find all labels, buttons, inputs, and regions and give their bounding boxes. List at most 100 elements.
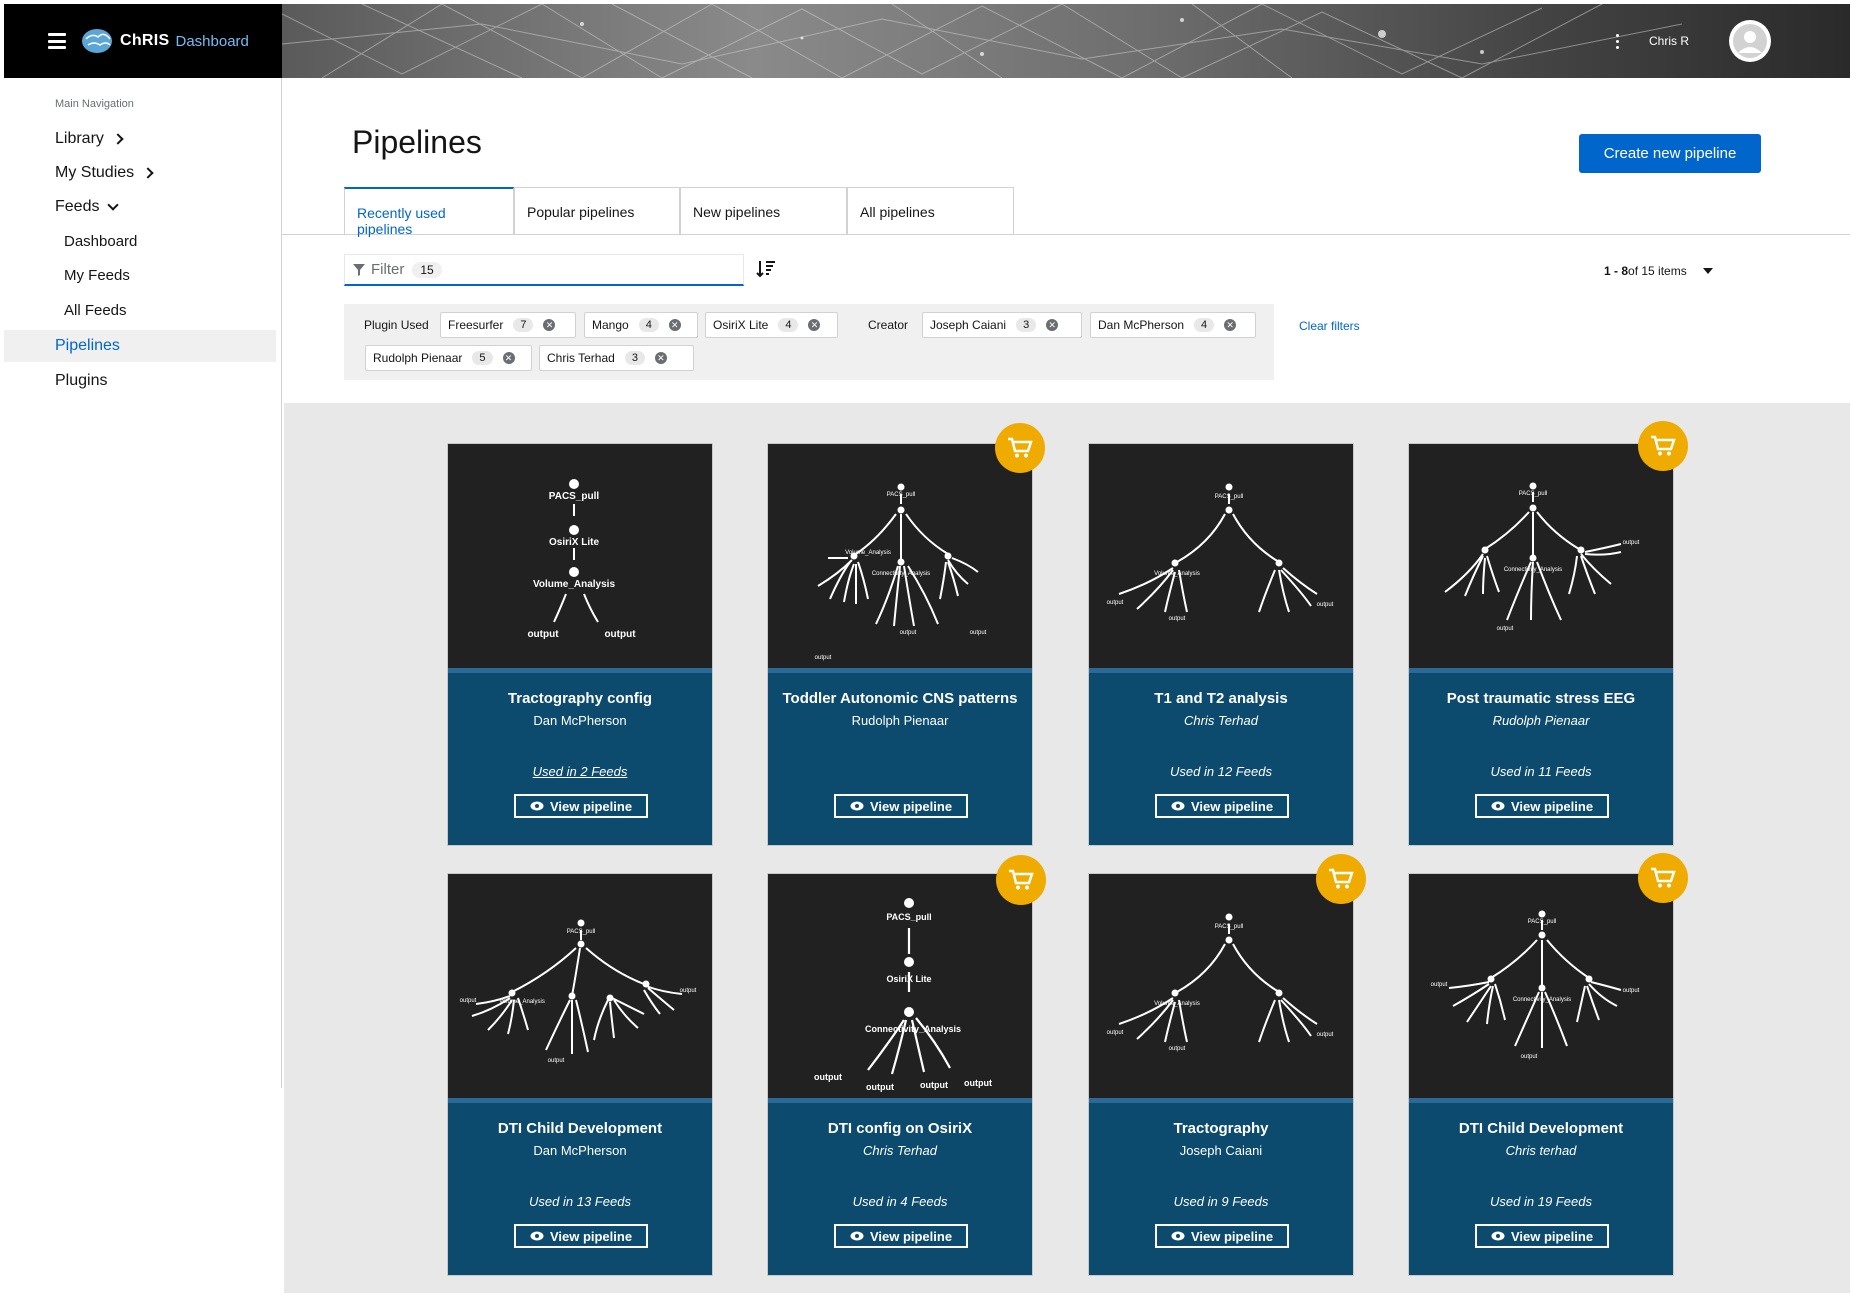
close-icon[interactable]: ✕ [668, 319, 681, 331]
graph-node-label: Connectivity_Analysis [1513, 997, 1571, 1003]
pagination[interactable]: 1 - 8 of 15 items [1604, 264, 1713, 278]
clear-filters-link[interactable]: Clear filters [1299, 319, 1360, 333]
cart-button[interactable] [1316, 854, 1366, 904]
view-pipeline-button[interactable]: View pipeline [514, 1224, 648, 1248]
close-icon[interactable]: ✕ [808, 319, 821, 331]
close-icon[interactable]: ✕ [543, 319, 556, 331]
tab-new[interactable]: New pipelines [680, 187, 847, 234]
tab-popular[interactable]: Popular pipelines [514, 187, 680, 234]
tab-recently-used[interactable]: Recently used pipelines [344, 187, 514, 237]
tabs-divider [282, 234, 1850, 235]
card-author: Dan McPherson [533, 1143, 627, 1158]
sidebar-item-feeds[interactable]: Feeds [55, 198, 120, 216]
view-pipeline-button[interactable]: View pipeline [514, 794, 648, 818]
create-pipeline-button[interactable]: Create new pipeline [1579, 134, 1761, 173]
card-title: DTI config on OsiriX [827, 1120, 973, 1137]
cart-icon [1008, 437, 1033, 458]
graph-node-label: output [970, 630, 987, 636]
pipeline-graph-image: PACS_pull Volume_Analysis output output … [1089, 874, 1353, 1103]
graph-node-label: PACS_pull [887, 492, 916, 498]
pipeline-tabs: Recently used pipelines Popular pipeline… [344, 187, 1014, 237]
sidebar-item-pipelines[interactable]: Pipelines [4, 330, 276, 362]
sidebar-item-dashboard[interactable]: Dashboard [64, 233, 137, 250]
graph-node-label: Connectivity_Analysis [865, 1024, 961, 1034]
sidebar-item-all-feeds[interactable]: All Feeds [64, 302, 127, 319]
pipeline-card: PACS_pull OsiriX Lite Connectivity_Analy… [767, 873, 1033, 1276]
caret-down-icon[interactable] [1702, 268, 1713, 274]
logo[interactable]: ChRIS Dashboard [80, 27, 249, 55]
view-pipeline-label: View pipeline [549, 798, 633, 814]
chevron-down-icon [107, 199, 120, 211]
eye-icon [530, 801, 544, 811]
graph-node-label: Volume_Analysis [533, 579, 616, 590]
chip-text: OsiriX Lite [713, 318, 769, 332]
pipeline-graph-image: PACS_pull Connectivity_Analysis output o… [1409, 874, 1673, 1103]
brand-suffix: Dashboard [175, 32, 249, 50]
sort-icon[interactable] [756, 259, 776, 279]
chip-count: 7 [513, 318, 534, 332]
graph-node-label: output [460, 998, 477, 1004]
graph-node-label: output [1623, 540, 1640, 546]
hamburger-menu-icon[interactable] [48, 33, 66, 49]
view-pipeline-button[interactable]: View pipeline [1155, 1224, 1289, 1248]
graph-node-label: output [814, 1072, 842, 1082]
close-icon[interactable]: ✕ [502, 352, 515, 364]
view-pipeline-label: View pipeline [549, 1228, 633, 1244]
view-pipeline-button[interactable]: View pipeline [834, 794, 968, 818]
card-title: Tractography [1173, 1120, 1269, 1137]
graph-node-label: output [548, 1058, 565, 1064]
brain-logo-icon [82, 29, 112, 53]
tab-all[interactable]: All pipelines [847, 187, 1014, 234]
close-icon[interactable]: ✕ [1224, 319, 1237, 331]
brand-name: ChRIS [120, 32, 170, 49]
sidebar-item-library[interactable]: Library [55, 130, 124, 148]
view-pipeline-button[interactable]: View pipeline [1475, 794, 1609, 818]
graph-node-label: OsiriX Lite [886, 974, 931, 984]
graph-node-label: output [680, 988, 697, 994]
cart-button[interactable] [1638, 853, 1688, 903]
pagination-range: 1 - 8 [1604, 264, 1629, 278]
filter-chip: Mango 4 ✕ [584, 312, 698, 338]
graph-node-label: output [604, 629, 636, 640]
username[interactable]: Chris R [1649, 34, 1689, 48]
pipeline-card: PACS_pull Volume_Analysis output output … [1088, 873, 1354, 1276]
cart-button[interactable] [996, 855, 1046, 905]
view-pipeline-label: View pipeline [1190, 1228, 1274, 1244]
chip-group-label-plugin: Plugin Used [364, 318, 429, 332]
close-icon[interactable]: ✕ [1046, 319, 1059, 331]
nav-section-title: Main Navigation [55, 98, 134, 110]
graph-node-label: output [1107, 600, 1124, 606]
graph-node-label: output [1107, 1030, 1124, 1036]
graph-node-label: output [900, 630, 917, 636]
card-title: T1 and T2 analysis [1154, 690, 1288, 707]
card-usage-text: Used in 4 Feeds [852, 1194, 948, 1209]
cart-button[interactable] [995, 423, 1045, 473]
graph-node-label: output [866, 1082, 894, 1092]
pipeline-card: PACS_pull Volume_Analysis output output … [1088, 443, 1354, 846]
card-usage-link[interactable]: Used in 2 Feeds [448, 764, 712, 779]
view-pipeline-button[interactable]: View pipeline [1155, 794, 1289, 818]
card-author: Dan McPherson [533, 713, 627, 728]
chip-text: Mango [592, 318, 629, 332]
header-banner [282, 4, 1850, 78]
kebab-menu-icon[interactable] [1615, 33, 1619, 49]
sidebar-item-my-studies[interactable]: My Studies [55, 164, 154, 182]
avatar[interactable] [1729, 20, 1771, 62]
sidebar-item-plugins[interactable]: Plugins [55, 372, 107, 390]
graph-node-label: PACS_pull [567, 929, 596, 935]
view-pipeline-button[interactable]: View pipeline [834, 1224, 968, 1248]
pipeline-card: PACS_pull Connectivity_Analysis output o… [1408, 873, 1674, 1276]
card-author: Joseph Caiani [1179, 1143, 1263, 1158]
filter-placeholder: Filter [371, 261, 405, 278]
view-pipeline-button[interactable]: View pipeline [1475, 1224, 1609, 1248]
graph-node-label: output [1317, 602, 1334, 608]
pagination-total: of 15 items [1628, 264, 1687, 278]
card-author: Rudolph Pienaar [851, 713, 949, 728]
filter-input[interactable]: Filter 15 [344, 254, 744, 286]
close-icon[interactable]: ✕ [654, 352, 667, 364]
cart-icon [1329, 868, 1354, 889]
sidebar-item-my-feeds[interactable]: My Feeds [64, 267, 130, 284]
cart-button[interactable] [1638, 421, 1688, 471]
graph-node-label: output [1169, 616, 1186, 622]
graph-node-label: output [1521, 1054, 1538, 1060]
